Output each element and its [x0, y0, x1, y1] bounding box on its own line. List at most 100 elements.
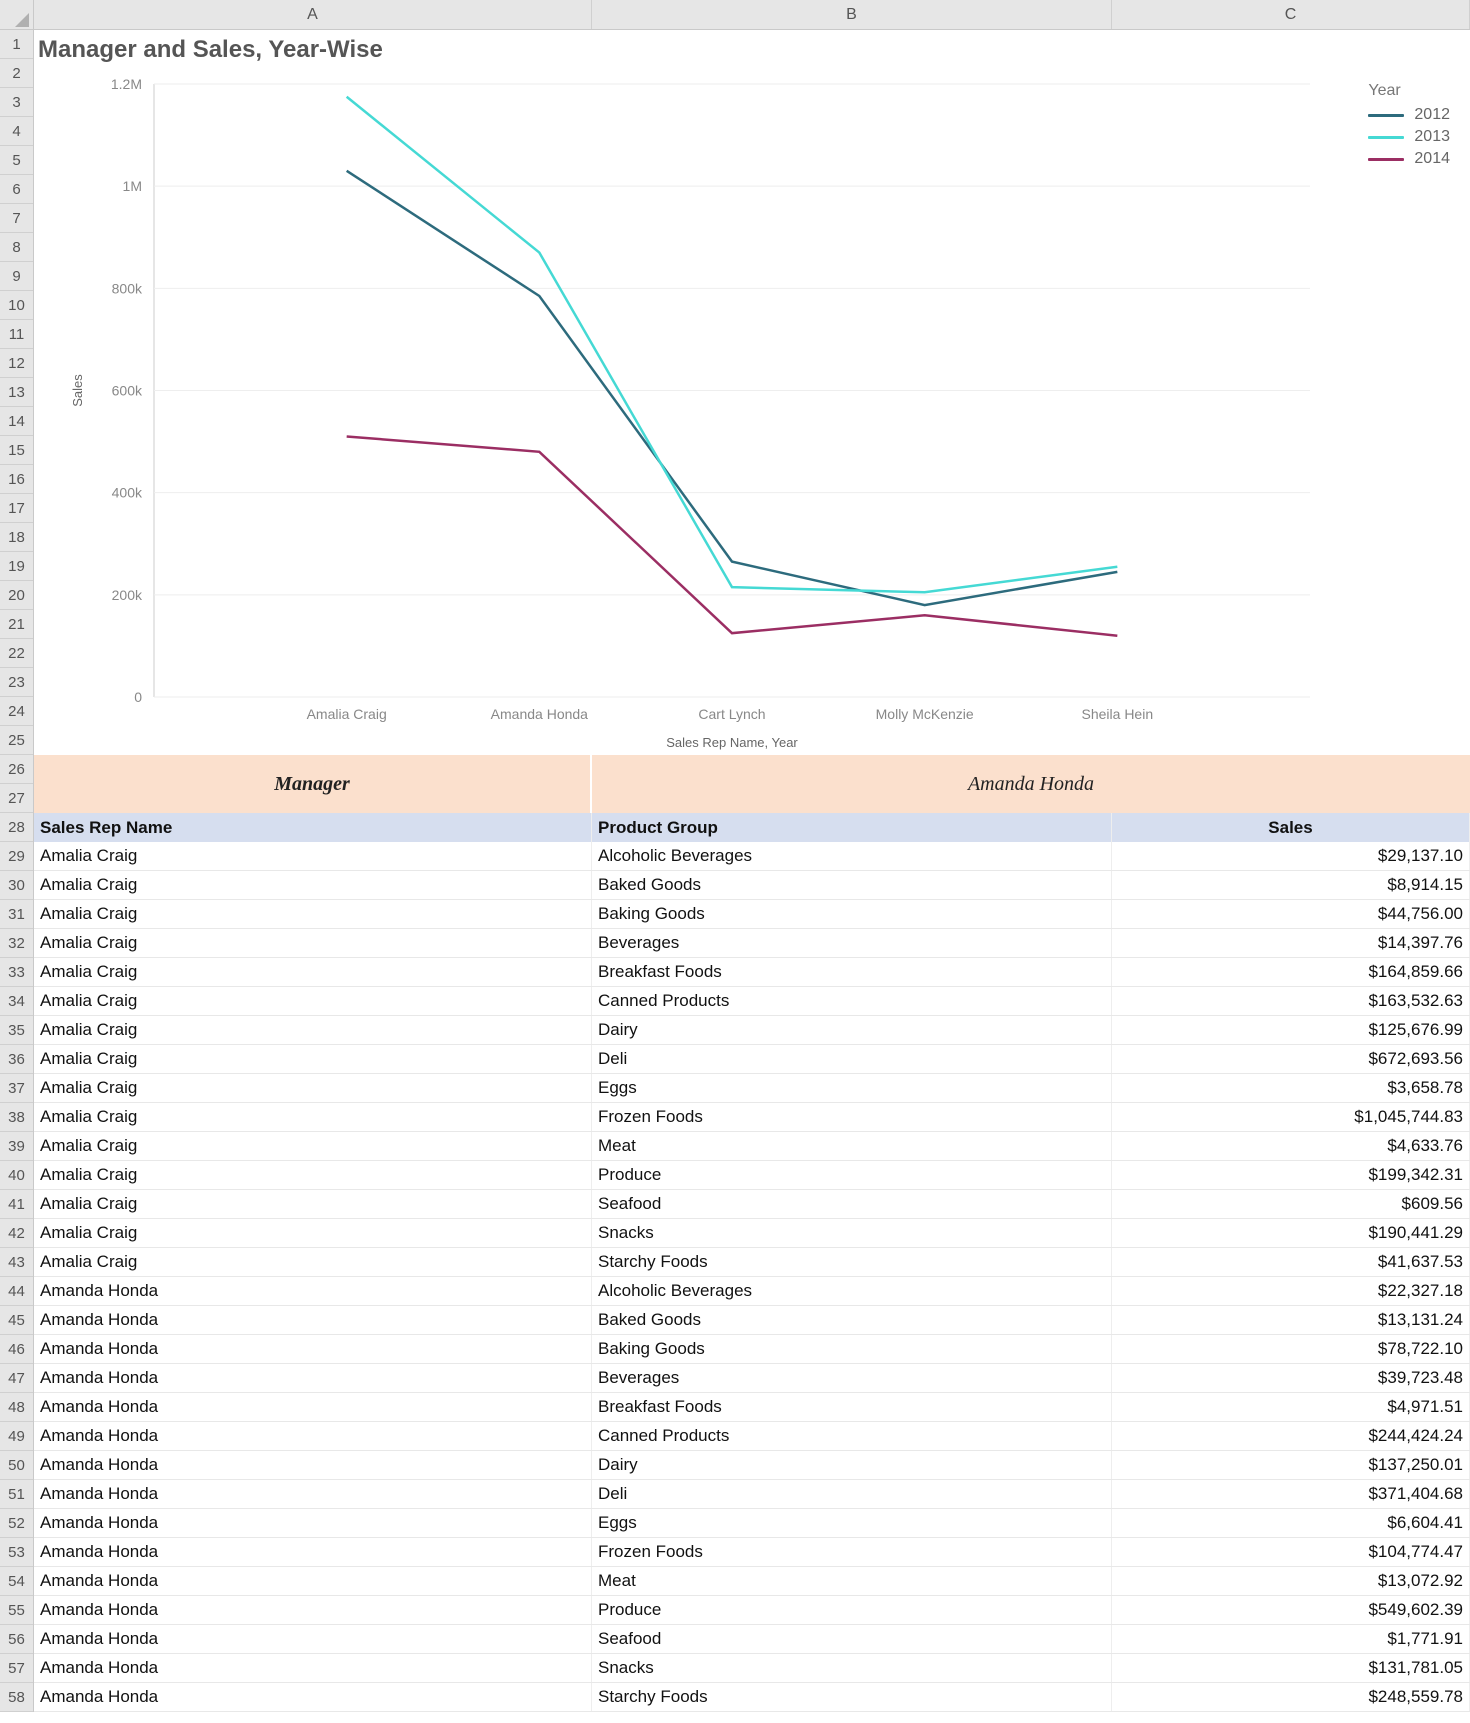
row-header-41[interactable]: 41 [0, 1190, 33, 1219]
col-header-a[interactable]: A [34, 0, 592, 29]
cell-sales[interactable]: $3,658.78 [1112, 1074, 1470, 1102]
table-row[interactable]: Amanda HondaAlcoholic Beverages$22,327.1… [34, 1277, 1470, 1306]
cell-rep-name[interactable]: Amalia Craig [34, 987, 592, 1015]
row-header-38[interactable]: 38 [0, 1103, 33, 1132]
row-header-2[interactable]: 2 [0, 59, 33, 88]
cell-sales[interactable]: $41,637.53 [1112, 1248, 1470, 1276]
row-header-23[interactable]: 23 [0, 668, 33, 697]
row-header-45[interactable]: 45 [0, 1306, 33, 1335]
cell-rep-name[interactable]: Amanda Honda [34, 1567, 592, 1595]
row-header-17[interactable]: 17 [0, 494, 33, 523]
cell-rep-name[interactable]: Amanda Honda [34, 1480, 592, 1508]
cell-sales[interactable]: $104,774.47 [1112, 1538, 1470, 1566]
row-header-54[interactable]: 54 [0, 1567, 33, 1596]
row-header-37[interactable]: 37 [0, 1074, 33, 1103]
row-header-36[interactable]: 36 [0, 1045, 33, 1074]
cell-sales[interactable]: $371,404.68 [1112, 1480, 1470, 1508]
cell-product-group[interactable]: Beverages [592, 929, 1112, 957]
col-header-c[interactable]: C [1112, 0, 1470, 29]
row-header-5[interactable]: 5 [0, 146, 33, 175]
cell-sales[interactable]: $13,072.92 [1112, 1567, 1470, 1595]
table-header-sales[interactable]: Sales [1112, 813, 1470, 842]
cell-sales[interactable]: $13,131.24 [1112, 1306, 1470, 1334]
row-header-10[interactable]: 10 [0, 291, 33, 320]
table-row[interactable]: Amanda HondaStarchy Foods$248,559.78 [34, 1683, 1470, 1712]
row-header-22[interactable]: 22 [0, 639, 33, 668]
row-header-34[interactable]: 34 [0, 987, 33, 1016]
row-header-29[interactable]: 29 [0, 842, 33, 871]
table-row[interactable]: Amanda HondaBreakfast Foods$4,971.51 [34, 1393, 1470, 1422]
table-header-product-group[interactable]: Product Group [592, 813, 1112, 842]
cell-rep-name[interactable]: Amanda Honda [34, 1625, 592, 1653]
cell-rep-name[interactable]: Amalia Craig [34, 1103, 592, 1131]
cell-sales[interactable]: $14,397.76 [1112, 929, 1470, 957]
table-row[interactable]: Amanda HondaDairy$137,250.01 [34, 1451, 1470, 1480]
cell-rep-name[interactable]: Amalia Craig [34, 929, 592, 957]
cell-product-group[interactable]: Baking Goods [592, 900, 1112, 928]
row-header-52[interactable]: 52 [0, 1509, 33, 1538]
cell-sales[interactable]: $199,342.31 [1112, 1161, 1470, 1189]
row-header-55[interactable]: 55 [0, 1596, 33, 1625]
cell-rep-name[interactable]: Amalia Craig [34, 1248, 592, 1276]
cell-rep-name[interactable]: Amalia Craig [34, 1161, 592, 1189]
table-row[interactable]: Amanda HondaMeat$13,072.92 [34, 1567, 1470, 1596]
table-row[interactable]: Amalia CraigBeverages$14,397.76 [34, 929, 1470, 958]
cell-rep-name[interactable]: Amalia Craig [34, 1219, 592, 1247]
cell-product-group[interactable]: Snacks [592, 1654, 1112, 1682]
cell-rep-name[interactable]: Amanda Honda [34, 1277, 592, 1305]
table-row[interactable]: Amalia CraigDeli$672,693.56 [34, 1045, 1470, 1074]
row-header-21[interactable]: 21 [0, 610, 33, 639]
cell-sales[interactable]: $137,250.01 [1112, 1451, 1470, 1479]
table-row[interactable]: Amanda HondaEggs$6,604.41 [34, 1509, 1470, 1538]
cell-sales[interactable]: $1,045,744.83 [1112, 1103, 1470, 1131]
legend-item-2012[interactable]: 2012 [1368, 106, 1450, 124]
cell-product-group[interactable]: Starchy Foods [592, 1248, 1112, 1276]
cell-product-group[interactable]: Alcoholic Beverages [592, 842, 1112, 870]
cell-rep-name[interactable]: Amanda Honda [34, 1683, 592, 1711]
legend-item-2014[interactable]: 2014 [1368, 150, 1450, 168]
row-header-31[interactable]: 31 [0, 900, 33, 929]
cell-rep-name[interactable]: Amalia Craig [34, 900, 592, 928]
cell-product-group[interactable]: Dairy [592, 1451, 1112, 1479]
cell-rep-name[interactable]: Amanda Honda [34, 1335, 592, 1363]
row-header-48[interactable]: 48 [0, 1393, 33, 1422]
table-row[interactable]: Amalia CraigCanned Products$163,532.63 [34, 987, 1470, 1016]
cell-rep-name[interactable]: Amalia Craig [34, 1045, 592, 1073]
row-header-46[interactable]: 46 [0, 1335, 33, 1364]
cell-product-group[interactable]: Dairy [592, 1016, 1112, 1044]
row-header-39[interactable]: 39 [0, 1132, 33, 1161]
table-row[interactable]: Amalia CraigSnacks$190,441.29 [34, 1219, 1470, 1248]
row-header-9[interactable]: 9 [0, 262, 33, 291]
cell-product-group[interactable]: Produce [592, 1161, 1112, 1189]
row-header-49[interactable]: 49 [0, 1422, 33, 1451]
cell-product-group[interactable]: Frozen Foods [592, 1103, 1112, 1131]
row-header-14[interactable]: 14 [0, 407, 33, 436]
row-header-58[interactable]: 58 [0, 1683, 33, 1712]
table-row[interactable]: Amanda HondaProduce$549,602.39 [34, 1596, 1470, 1625]
cell-rep-name[interactable]: Amalia Craig [34, 1132, 592, 1160]
cell-sales[interactable]: $1,771.91 [1112, 1625, 1470, 1653]
cell-product-group[interactable]: Meat [592, 1567, 1112, 1595]
table-row[interactable]: Amalia CraigFrozen Foods$1,045,744.83 [34, 1103, 1470, 1132]
cell-product-group[interactable]: Produce [592, 1596, 1112, 1624]
cell-product-group[interactable]: Alcoholic Beverages [592, 1277, 1112, 1305]
row-header-27[interactable]: 27 [0, 784, 33, 813]
cell-product-group[interactable]: Canned Products [592, 987, 1112, 1015]
row-header-30[interactable]: 30 [0, 871, 33, 900]
row-header-4[interactable]: 4 [0, 117, 33, 146]
cell-rep-name[interactable]: Amalia Craig [34, 1016, 592, 1044]
cell-rep-name[interactable]: Amanda Honda [34, 1654, 592, 1682]
cell-product-group[interactable]: Eggs [592, 1074, 1112, 1102]
cell-rep-name[interactable]: Amanda Honda [34, 1393, 592, 1421]
cell-sales[interactable]: $163,532.63 [1112, 987, 1470, 1015]
cell-product-group[interactable]: Canned Products [592, 1422, 1112, 1450]
cell-product-group[interactable]: Starchy Foods [592, 1683, 1112, 1711]
row-header-13[interactable]: 13 [0, 378, 33, 407]
row-header-51[interactable]: 51 [0, 1480, 33, 1509]
row-header-11[interactable]: 11 [0, 320, 33, 349]
cell-sales[interactable]: $549,602.39 [1112, 1596, 1470, 1624]
row-header-50[interactable]: 50 [0, 1451, 33, 1480]
cell-sales[interactable]: $4,633.76 [1112, 1132, 1470, 1160]
cell-sales[interactable]: $44,756.00 [1112, 900, 1470, 928]
col-header-b[interactable]: B [592, 0, 1112, 29]
